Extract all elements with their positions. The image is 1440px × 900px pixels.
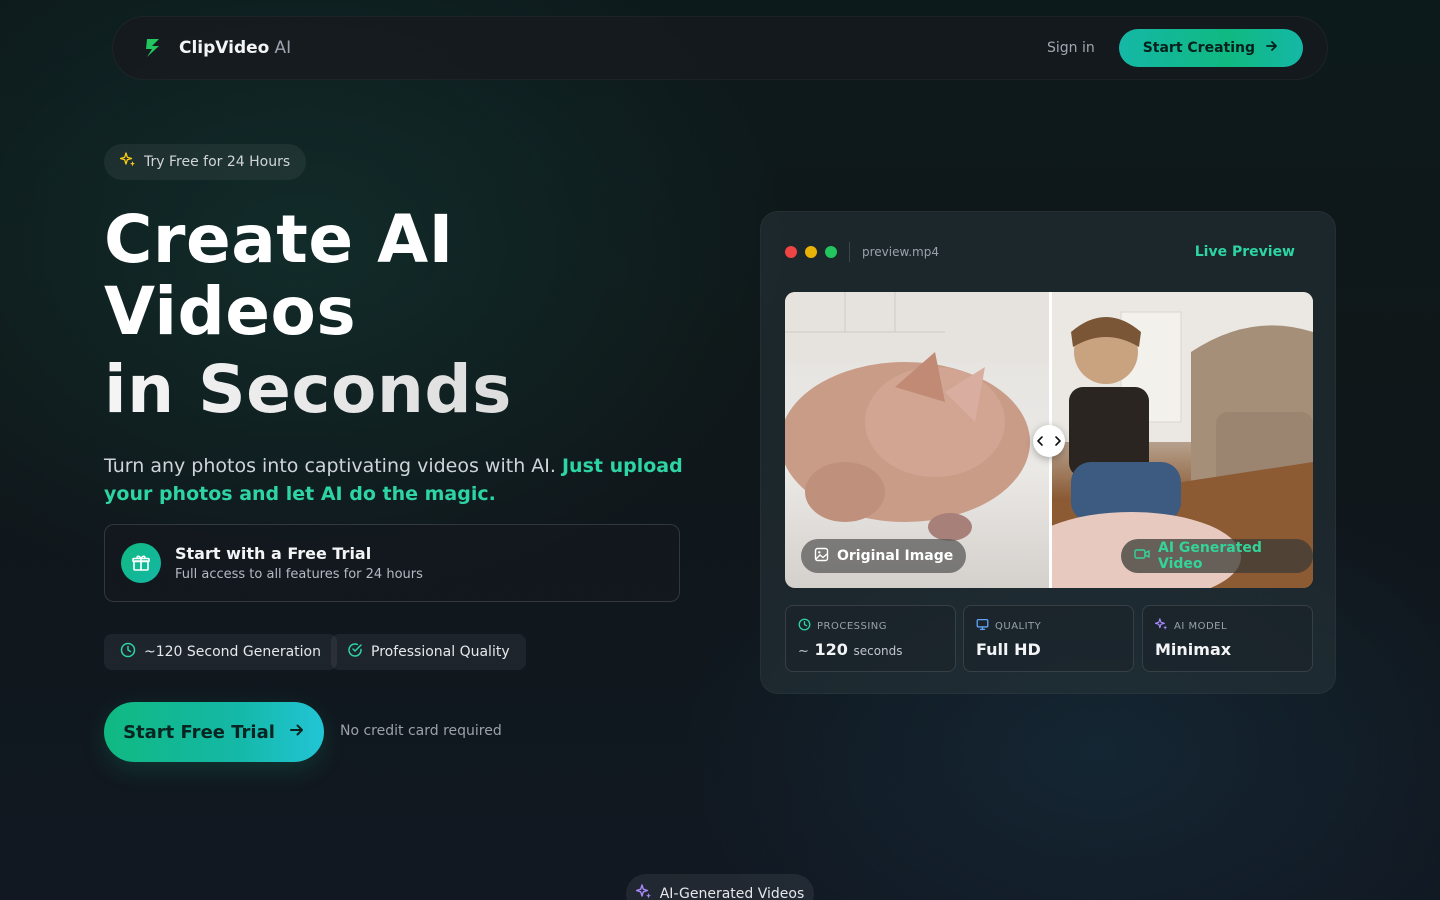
arrow-right-icon: [289, 722, 305, 743]
top-nav: ClipVideo AI Sign in Start Creating: [112, 16, 1328, 80]
ai-videos-section-badge: AI-Generated Videos: [626, 874, 814, 900]
feature-chip-quality: Professional Quality: [331, 634, 526, 670]
headline-line-2: Videos: [104, 273, 357, 350]
brand[interactable]: ClipVideo AI: [143, 37, 291, 59]
stat-value: Full HD: [976, 640, 1041, 659]
stat-unit: seconds: [853, 644, 903, 658]
section-badge-text: AI-Generated Videos: [659, 886, 805, 900]
window-dot-red: [785, 246, 797, 258]
sign-in-link[interactable]: Sign in: [1047, 40, 1095, 56]
headline-line-3: in Seconds: [104, 354, 624, 426]
preview-header: preview.mp4 Live Preview: [785, 242, 1295, 262]
compare-slider-handle[interactable]: [1033, 425, 1065, 457]
window-dot-yellow: [805, 246, 817, 258]
arrow-right-icon: [1265, 39, 1279, 57]
trial-subtitle: Full access to all features for 24 hours: [175, 567, 423, 582]
stat-label: PROCESSING: [817, 620, 888, 632]
no-credit-card-note: No credit card required: [340, 723, 502, 739]
video-camera-icon: [1134, 547, 1150, 565]
cta-label: Start Free Trial: [123, 721, 275, 743]
badge-text: Try Free for 24 Hours: [144, 154, 291, 170]
stat-label: QUALITY: [995, 620, 1042, 632]
stat-label: AI MODEL: [1174, 620, 1228, 632]
stat-ai-model: AI MODEL Minimax: [1142, 605, 1313, 672]
start-free-trial-button[interactable]: Start Free Trial: [104, 702, 324, 762]
chevrons-left-right-icon: [1037, 436, 1061, 446]
hero-subtext: Turn any photos into captivating videos …: [104, 452, 684, 508]
stat-processing: PROCESSING ~ 120 seconds: [785, 605, 956, 672]
tag-label: Original Image: [837, 548, 954, 564]
brand-suffix: AI: [274, 38, 292, 58]
original-image-tag: Original Image: [801, 539, 967, 573]
check-circle-icon: [347, 642, 363, 662]
free-trial-badge: Try Free for 24 Hours: [104, 144, 307, 180]
stat-value: Minimax: [1155, 640, 1232, 659]
gift-icon: [121, 543, 161, 583]
headline-line-1: Create AI: [104, 201, 454, 278]
start-creating-button[interactable]: Start Creating: [1118, 29, 1303, 67]
free-trial-card: Start with a Free Trial Full access to a…: [104, 524, 680, 602]
tag-label: AI Generated Video: [1158, 540, 1262, 572]
trial-title: Start with a Free Trial: [175, 544, 372, 563]
header-divider: [849, 242, 850, 262]
preview-window: preview.mp4 Live Preview Original Image …: [760, 211, 1336, 694]
monitor-icon: [976, 618, 989, 634]
chip-label: ~120 Second Generation: [144, 644, 321, 660]
ai-video-tag: AI Generated Video: [1121, 539, 1313, 573]
brand-logo-icon: [143, 37, 163, 59]
hero-headline: Create AI Videos in Seconds: [104, 204, 624, 426]
chip-label: Professional Quality: [371, 644, 510, 660]
stat-value: 120: [814, 640, 848, 659]
stat-prefix: ~: [798, 644, 809, 659]
feature-chip-generation: ~120 Second Generation: [104, 634, 337, 670]
preview-filename: preview.mp4: [862, 245, 939, 259]
sparkles-icon: [119, 152, 136, 172]
image-icon: [814, 547, 829, 566]
start-creating-label: Start Creating: [1142, 40, 1255, 56]
sparkles-icon: [635, 884, 652, 900]
subtext-plain: Turn any photos into captivating videos …: [104, 455, 562, 477]
before-after-compare[interactable]: Original Image AI Generated Video: [785, 292, 1313, 588]
brand-name: ClipVideo: [179, 38, 270, 58]
stat-quality: QUALITY Full HD: [963, 605, 1134, 672]
clock-icon: [120, 642, 136, 662]
sparkles-icon: [1154, 618, 1168, 634]
live-preview-label: Live Preview: [1194, 244, 1295, 260]
nav-actions: Sign in Start Creating: [1047, 29, 1303, 67]
window-dot-green: [825, 246, 837, 258]
clock-icon: [798, 618, 811, 634]
